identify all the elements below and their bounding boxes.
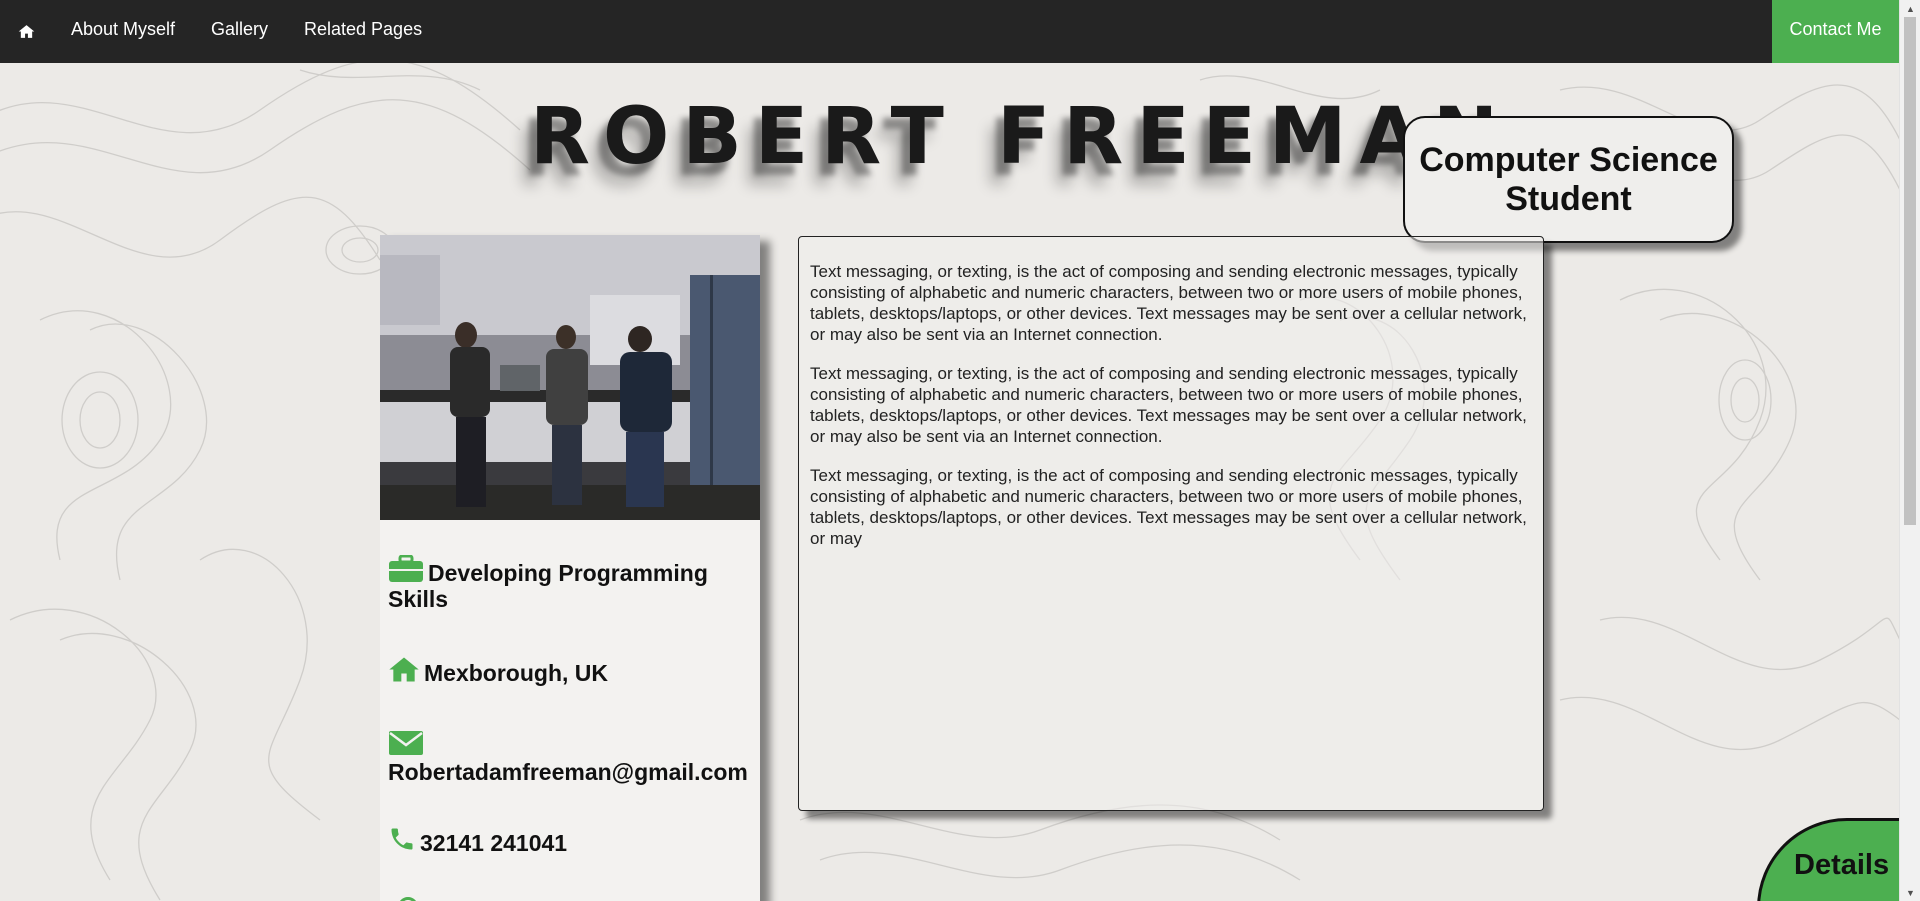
nav-about-myself[interactable]: About Myself (71, 0, 175, 63)
nav-related-pages[interactable]: Related Pages (304, 0, 422, 63)
subtitle-badge: Computer Science Student (1403, 116, 1734, 243)
profile-item-location: Mexborough, UK (388, 656, 608, 686)
home-icon (18, 25, 34, 38)
profile-photo (380, 235, 760, 520)
profile-item-email: Robertadamfreeman@gmail.com (388, 730, 748, 785)
about-text-box: Text messaging, or texting, is the act o… (798, 236, 1544, 811)
page-title: ROBERT FREEMAN (530, 92, 1512, 182)
nav-home-button[interactable] (0, 0, 52, 63)
nav-gallery[interactable]: Gallery (211, 0, 268, 63)
partial-next-icon (398, 897, 418, 901)
briefcase-icon (389, 555, 423, 582)
nav-contact-me[interactable]: Contact Me (1772, 0, 1899, 63)
email-text[interactable]: Robertadamfreeman@gmail.com (388, 759, 748, 785)
phone-icon (391, 828, 413, 850)
envelope-icon (389, 731, 423, 755)
paragraph-3: Text messaging, or texting, is the act o… (810, 466, 1527, 548)
scroll-up-arrow-icon[interactable]: ▲ (1900, 0, 1920, 17)
vertical-scrollbar[interactable]: ▲ ▼ (1899, 0, 1920, 901)
home-icon (389, 657, 419, 682)
occupation-text: Developing Programming Skills (388, 560, 708, 612)
location-text: Mexborough, UK (424, 660, 608, 686)
paragraph-2: Text messaging, or texting, is the act o… (810, 364, 1527, 446)
profile-card: Developing Programming Skills Mexborough… (380, 235, 760, 901)
profile-item-occupation: Developing Programming Skills (388, 555, 748, 612)
profile-item-phone: 32141 241041 (388, 825, 567, 856)
scroll-down-arrow-icon[interactable]: ▼ (1900, 884, 1920, 901)
phone-text: 32141 241041 (420, 830, 568, 856)
paragraph-1: Text messaging, or texting, is the act o… (810, 262, 1527, 344)
top-navigation-bar: About Myself Gallery Related Pages Conta… (0, 0, 1899, 63)
scrollbar-thumb[interactable] (1904, 17, 1916, 525)
details-label[interactable]: Details (1794, 849, 1889, 882)
